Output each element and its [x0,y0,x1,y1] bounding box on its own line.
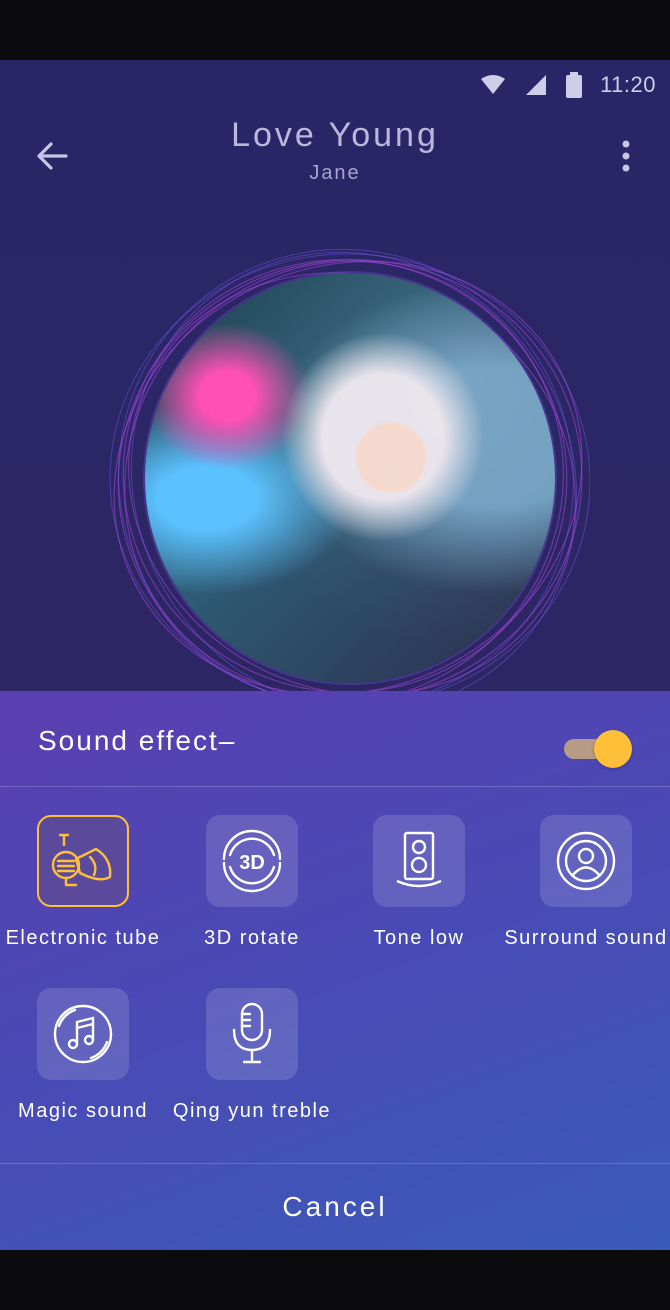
effect-tile [206,988,298,1080]
3d-rotate-icon: 3D [222,829,282,893]
effect-qing-yun-treble[interactable]: Qing yun treble [162,988,342,1123]
speaker-icon [396,831,442,888]
effect-label: Magic sound [18,1100,148,1122]
effect-label: Tone low [373,927,465,949]
effect-tile [540,815,632,907]
effect-label: Surround sound [504,927,668,949]
bottom-black-bar [0,1250,670,1310]
sound-effect-toggle[interactable] [562,729,634,769]
sheet-divider-top [0,786,670,787]
sheet-title: Sound effect– [38,725,237,756]
effect-label: Qing yun treble [172,1100,332,1122]
surround-icon [556,831,616,891]
battery-icon [566,72,583,98]
status-bar: 11:20 [480,70,656,100]
svg-text:3D: 3D [239,852,265,874]
effect-tone-low[interactable]: Tone low [329,815,509,950]
effect-tile [373,815,465,907]
effect-3d-rotate[interactable]: 3D 3D rotate [162,815,342,950]
album-art-container [100,240,590,710]
effect-surround-sound[interactable]: Surround sound [496,815,670,950]
music-disc-icon [53,1004,113,1064]
cancel-button[interactable]: Cancel [0,1164,670,1250]
effect-electronic-tube[interactable]: Electronic tube [0,815,173,950]
effect-tile-selected [37,815,129,907]
more-vertical-icon[interactable] [612,138,640,174]
artist-name: Jane [309,162,361,184]
wifi-icon [480,75,506,95]
microphone-icon [232,1002,272,1064]
horn-icon [51,833,112,887]
effect-tile [37,988,129,1080]
effect-label: Electronic tube [5,927,161,949]
player-screen: 11:20 Love Young Jane Sound effect– Elec… [0,60,670,1250]
song-title: Love Young [231,116,439,154]
effect-tile: 3D [206,815,298,907]
top-black-bar [0,0,670,60]
effect-label: 3D rotate [204,927,300,949]
toggle-thumb [594,730,632,768]
album-cover-image [145,273,555,683]
status-time: 11:20 [600,72,656,97]
signal-icon [524,74,548,96]
sound-effect-sheet: Sound effect– Electronic tube 3D 3D rota… [0,691,670,1250]
effect-magic-sound[interactable]: Magic sound [0,988,173,1123]
